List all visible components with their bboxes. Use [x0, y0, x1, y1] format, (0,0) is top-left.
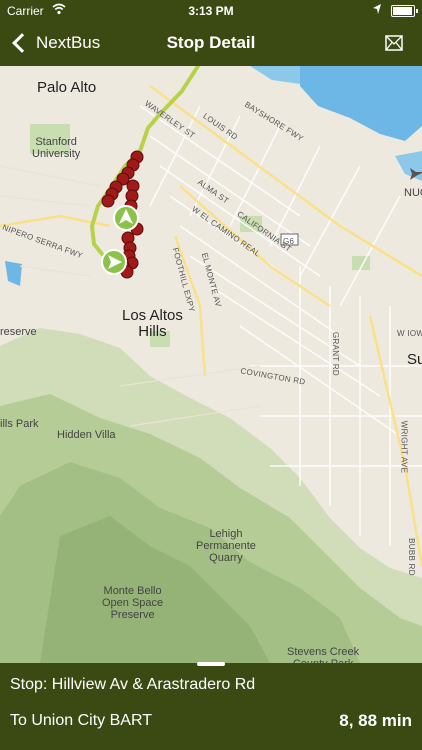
destination-label: To Union City BART — [10, 712, 152, 729]
map-label-hills-park: ills Park — [0, 418, 39, 430]
route-map[interactable]: Palo Alto Stanford University Los Altos … — [0, 66, 422, 663]
map-label-palo-alto: Palo Alto — [37, 79, 97, 96]
map-label-hidden-villa: Hidden Villa — [57, 429, 116, 441]
map-label-w-iowa: W IOWA — [397, 329, 422, 338]
map-label-preserve: reserve — [0, 326, 37, 338]
status-bar: Carrier 3:13 PM — [0, 0, 422, 20]
stop-info-panel[interactable]: Stop: Hillview Av & Arastradero Rd To Un… — [0, 663, 422, 750]
map-label-nuc: NUC — [404, 187, 422, 199]
panel-drag-handle[interactable] — [197, 662, 225, 666]
map-label-su: Su — [407, 351, 422, 368]
location-arrow-icon — [373, 4, 381, 14]
map-label-stevens-creek: Stevens Creek County Park — [287, 646, 360, 663]
back-button[interactable]: NextBus — [10, 30, 100, 56]
map-label-grant: GRANT RD — [331, 331, 341, 377]
status-time: 3:13 PM — [188, 4, 234, 18]
map-label-bubb: BUBB RD — [406, 538, 416, 576]
map-label-wright: WRIGHT AVE — [399, 420, 409, 474]
map-label-lehigh: Lehigh Permanente Quarry — [196, 528, 256, 564]
chevron-left-icon — [12, 33, 32, 53]
stop-name: Stop: Hillview Av & Arastradero Rd — [10, 676, 256, 693]
arrival-predictions: 8, 88 min — [339, 711, 412, 730]
navigation-bar: NextBus Stop Detail — [0, 20, 422, 66]
bus-marker-icon[interactable] — [101, 249, 127, 275]
back-button-label: NextBus — [36, 33, 101, 52]
mail-icon[interactable] — [384, 33, 404, 53]
map-label-monte-bello: Monte Bello Open Space Preserve — [102, 585, 164, 621]
bus-marker-icon[interactable] — [113, 205, 139, 231]
battery-icon — [391, 5, 418, 17]
map-label-stanford: Stanford University — [32, 136, 81, 160]
map-label-los-altos-hills: Los Altos Hills — [122, 307, 183, 340]
